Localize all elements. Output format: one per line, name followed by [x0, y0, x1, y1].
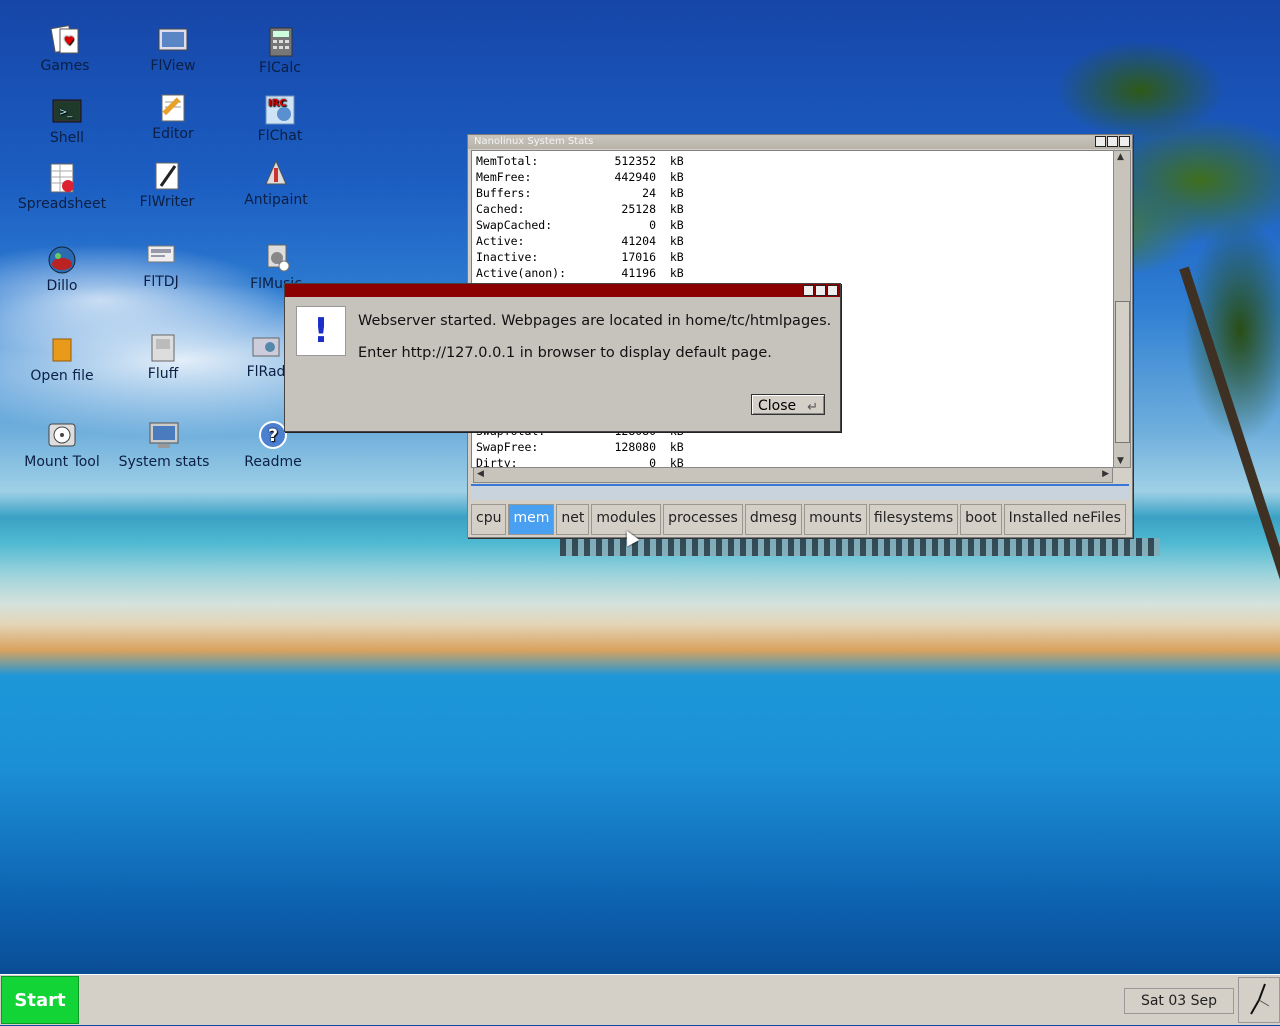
scroll-left-icon[interactable]: ◀ [477, 469, 484, 479]
tab-net[interactable]: net [556, 504, 590, 535]
editor-icon [157, 92, 189, 124]
stats-window-title: Nanolinux System Stats [474, 136, 594, 147]
desktop-icon-flwriter[interactable]: FlWriter [112, 160, 222, 210]
tab-mem[interactable]: mem [508, 504, 555, 535]
desktop-icon-label: FlCalc [259, 60, 301, 76]
desktop-icon-flcalc[interactable]: FlCalc [225, 26, 335, 76]
scroll-down-icon[interactable]: ▼ [1117, 456, 1124, 466]
desktop-icon-spreadsheet[interactable]: Spreadsheet [7, 162, 117, 212]
file-manager-icon [147, 332, 179, 364]
stats-lines-top: MemTotal: 512352 kB MemFree: 442940 kB B… [476, 154, 684, 280]
desktop-icon-flchat[interactable]: IRC FlChat [225, 94, 335, 144]
desktop-icon-games[interactable]: ♥ Games [10, 24, 120, 74]
stats-tab-bar: cpu mem net modules processes dmesg moun… [471, 504, 1126, 535]
exclamation-icon: ! [296, 306, 346, 356]
irc-chat-icon: IRC [264, 94, 296, 126]
desktop-icon-label: Open file [30, 368, 94, 384]
start-button[interactable]: Start [1, 976, 79, 1024]
desktop-icon-system-stats[interactable]: System stats [109, 420, 219, 470]
paint-icon [260, 158, 292, 190]
close-button-label: Close [758, 398, 797, 414]
desktop-icon-label: FlTDJ [143, 274, 179, 290]
desktop-icon-label: Spreadsheet [17, 196, 107, 212]
open-file-icon [46, 334, 78, 366]
taskbar: Start Sat 03 Sep [0, 974, 1280, 1025]
desktop-icon-open-file[interactable]: Open file [7, 334, 117, 384]
scrollbar-thumb[interactable] [1115, 301, 1130, 443]
dialog-titlebar[interactable] [285, 284, 840, 297]
monitor-icon [148, 420, 180, 452]
radio-icon [250, 330, 282, 362]
close-icon[interactable] [1119, 136, 1130, 147]
close-button[interactable]: Close ↵ [751, 394, 825, 415]
desktop-icon-label: FlWriter [139, 194, 195, 210]
wallpaper-pier [560, 538, 1160, 556]
wallpaper-trunk-2 [1179, 266, 1280, 584]
desktop-icon-editor[interactable]: Editor [118, 92, 228, 142]
message-dialog[interactable]: ! Webserver started. Webpages are locate… [284, 283, 841, 432]
writer-icon [151, 160, 183, 192]
dialog-message-line2: Enter http://127.0.0.1 in browser to dis… [358, 345, 772, 361]
browser-icon [46, 244, 78, 276]
horizontal-scrollbar[interactable]: ◀ ▶ [473, 467, 1113, 483]
tab-mounts[interactable]: mounts [804, 504, 867, 535]
tab-processes[interactable]: processes [663, 504, 743, 535]
dialog-message-line1: Webserver started. Webpages are located … [358, 313, 832, 329]
desktop-icon-label: Games [40, 58, 90, 74]
desktop-icon-flview[interactable]: FlView [118, 24, 228, 74]
minimize-icon[interactable] [1095, 136, 1106, 147]
maximize-icon[interactable] [815, 285, 826, 296]
desktop-icon-fltdj[interactable]: FlTDJ [106, 240, 216, 290]
scroll-up-icon[interactable]: ▲ [1117, 152, 1124, 162]
desktop-icon-label: Mount Tool [24, 454, 100, 470]
date-display[interactable]: Sat 03 Sep [1124, 988, 1234, 1014]
desktop-icon-label: Shell [49, 130, 85, 146]
desktop-icon-label: Dillo [46, 278, 78, 294]
desktop-icon-label: Readme [244, 454, 302, 470]
svg-text:♥: ♥ [64, 34, 75, 48]
desktop-icon-label: System stats [118, 454, 210, 470]
music-icon [260, 242, 292, 274]
desktop-icon-label: Editor [152, 126, 194, 142]
scroll-right-icon[interactable]: ▶ [1102, 469, 1109, 479]
svg-text:?: ? [268, 426, 278, 446]
terminal-icon: >_ [51, 96, 83, 128]
tab-filesystems[interactable]: filesystems [868, 504, 959, 535]
clock-icon[interactable] [1238, 977, 1280, 1023]
image-viewer-icon [157, 24, 189, 56]
desktop-icon-shell[interactable]: >_ Shell [12, 96, 122, 146]
tab-dmesg[interactable]: dmesg [744, 504, 803, 535]
tab-cpu[interactable]: cpu [471, 504, 507, 535]
mount-tool-icon [46, 420, 78, 452]
desktop-icon-dillo[interactable]: Dillo [7, 244, 117, 294]
vertical-scrollbar[interactable]: ▲ ▼ [1113, 150, 1131, 468]
svg-text:>_: >_ [59, 107, 73, 118]
desktop-icon-label: Fluff [147, 366, 179, 382]
spreadsheet-icon [46, 162, 78, 194]
cards-icon: ♥ [49, 24, 81, 56]
desktop-icon-mount-tool[interactable]: Mount Tool [7, 420, 117, 470]
calculator-icon [264, 26, 296, 58]
tab-boot[interactable]: boot [960, 504, 1002, 535]
stats-window-titlebar[interactable]: Nanolinux System Stats [468, 135, 1132, 149]
desktop-icon-antipaint[interactable]: Antipaint [221, 158, 331, 208]
maximize-icon[interactable] [1107, 136, 1118, 147]
desktop-icon-label: FlChat [257, 128, 303, 144]
minimize-icon[interactable] [803, 285, 814, 296]
dj-icon [145, 240, 177, 272]
close-icon[interactable] [827, 285, 838, 296]
desktop-icon-fluff[interactable]: Fluff [108, 332, 218, 382]
return-key-icon: ↵ [807, 400, 818, 415]
tab-installed-nefiles[interactable]: Installed neFiles [1003, 504, 1126, 535]
desktop-icon-label: FlView [150, 58, 196, 74]
progress-bar [471, 484, 1129, 500]
desktop-icon-label: Antipaint [244, 192, 308, 208]
